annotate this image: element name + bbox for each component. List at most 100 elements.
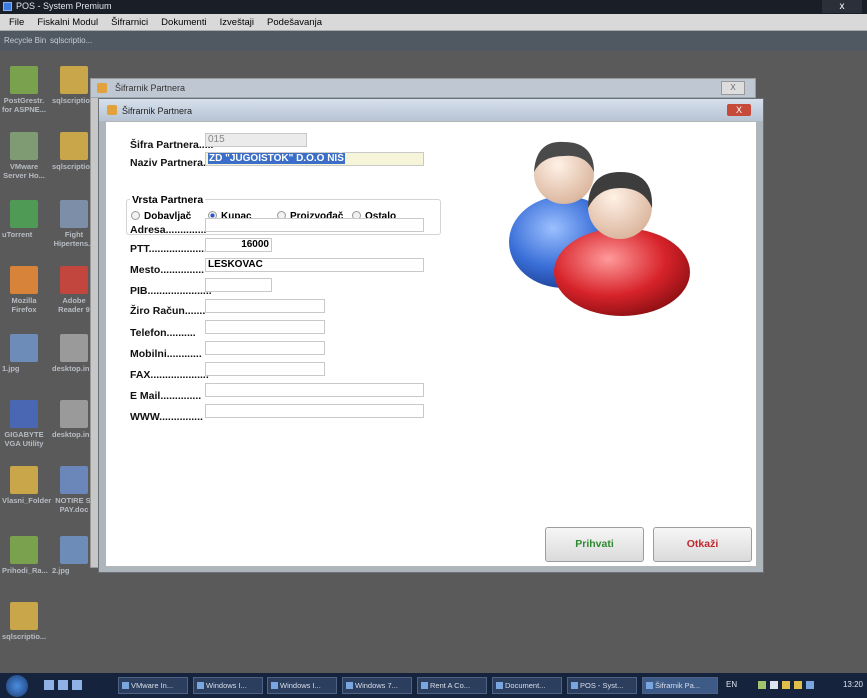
adresa-field[interactable] (205, 218, 424, 232)
quick-launch-icon[interactable] (72, 680, 82, 690)
taskbar-item[interactable]: POS - Syst... (567, 677, 637, 694)
language-indicator[interactable]: EN (726, 680, 737, 689)
mesto-label: Mesto............... (130, 264, 205, 276)
file-icon (10, 334, 38, 362)
taskbar-item[interactable]: Windows 7... (342, 677, 412, 694)
fax-field[interactable] (205, 362, 325, 376)
desktop-icon[interactable]: sqlscriptio... (2, 602, 46, 641)
desktop-icon-label: PostGrestr. for ASPNE... (2, 96, 46, 114)
file-icon (10, 132, 38, 160)
sifra-field[interactable]: 015 (205, 133, 307, 147)
desktop-icon[interactable]: Prihodi_Ra... (2, 536, 48, 575)
red-user-body (554, 228, 690, 316)
taskbar-item[interactable]: Document... (492, 677, 562, 694)
taskbar-item[interactable]: Windows I... (267, 677, 337, 694)
app-title-bar: POS - System Premium x (0, 0, 867, 14)
radio-dobavljac-label: Dobavljač (144, 211, 192, 222)
app-title: POS - System Premium (16, 1, 112, 11)
window-icon (97, 83, 107, 93)
sifra-label: Šifra Partnera..... (130, 139, 214, 151)
file-icon (60, 200, 88, 228)
menu-fiskalni-modul[interactable]: Fiskalni Modul (32, 14, 103, 31)
pib-field[interactable] (205, 278, 272, 292)
prihvati-button[interactable]: Prihvati (545, 527, 644, 562)
file-icon (10, 266, 38, 294)
file-icon (10, 466, 38, 494)
telefon-label: Telefon.......... (130, 327, 196, 339)
ptt-label: PTT.................... (130, 243, 208, 255)
otkazi-button[interactable]: Otkaži (653, 527, 752, 562)
file-icon (60, 400, 88, 428)
menu-sifrarnici[interactable]: Šifrarnici (106, 14, 153, 31)
desktop-icon[interactable]: GIGABYTE VGA Utility (2, 400, 46, 448)
desktop-icon[interactable]: 1.jpg (2, 334, 46, 373)
file-icon (10, 400, 38, 428)
desktop-icon-label: sqlscriptio... (2, 632, 47, 641)
fax-label: FAX.................... (130, 369, 209, 381)
partner-dialog: Šifrarnik Partnera X Šifra Partnera.....… (98, 98, 764, 573)
radio-dobavljac[interactable]: Dobavljač (131, 210, 192, 222)
taskbar: VMware In... Windows I... Windows I... W… (0, 673, 867, 698)
file-icon (60, 536, 88, 564)
tray-icon[interactable] (782, 681, 790, 689)
desktop-icon-label: Prihodi_Ra... (2, 566, 48, 575)
desktop-icon-label: desktop.ini (52, 364, 92, 373)
tray-icon[interactable] (806, 681, 814, 689)
adresa-label: Adresa.............. (130, 224, 207, 236)
quick-launch-icon[interactable] (44, 680, 54, 690)
start-button[interactable] (6, 675, 28, 697)
desktop-icon[interactable]: VMware Server Ho... (2, 132, 46, 180)
desktop-icon-label: VMware Server Ho... (3, 162, 45, 180)
tray-icon[interactable] (770, 681, 778, 689)
dialog-title: Šifrarnik Partnera (122, 106, 193, 116)
mesto-field[interactable]: LESKOVAC (205, 258, 424, 272)
clock[interactable]: 13:20 (843, 680, 863, 689)
background-window-close-button[interactable]: X (721, 81, 745, 95)
menu-dokumenti[interactable]: Dokumenti (156, 14, 211, 31)
desktop-icon[interactable]: Vlasni_Folder (2, 466, 51, 505)
taskbar-item[interactable]: Rent A Co... (417, 677, 487, 694)
app-close-button[interactable]: x (822, 0, 862, 13)
taskbar-item-active[interactable]: Šifrarnik Pa... (642, 677, 718, 694)
mobilni-label: Mobilni............ (130, 348, 202, 360)
vrsta-partnera-title: Vrsta Partnera (130, 194, 206, 206)
desktop-icon-label: Vlasni_Folder (2, 496, 52, 505)
dialog-title-bar: Šifrarnik Partnera X (99, 99, 763, 121)
menu-izvestaji[interactable]: Izveštaji (215, 14, 259, 31)
www-label: WWW............... (130, 411, 203, 423)
quick-launch-icon[interactable] (58, 680, 68, 690)
email-label: E Mail.............. (130, 390, 202, 402)
desktop-top-bar: Recycle Bin sqlscriptio... (0, 31, 867, 51)
desktop-icon[interactable]: uTorrent (2, 200, 46, 239)
app-icon (3, 2, 12, 11)
taskbar-item[interactable]: VMware In... (118, 677, 188, 694)
dialog-client-area: Šifra Partnera..... 015 Naziv Partnera..… (105, 121, 757, 567)
www-field[interactable] (205, 404, 424, 418)
radio-dot (131, 210, 140, 220)
desktop-icon[interactable]: Mozilla Firefox (2, 266, 46, 314)
email-field[interactable] (205, 383, 424, 397)
naziv-field[interactable]: ZD "JUGOISTOK" D.O.O NIŠ (205, 152, 424, 166)
taskbar-item[interactable]: Windows I... (193, 677, 263, 694)
file-icon (60, 334, 88, 362)
menu-podesavanja[interactable]: Podešavanja (262, 14, 327, 31)
file-icon (60, 466, 88, 494)
tray-icon[interactable] (758, 681, 766, 689)
file-icon (60, 66, 88, 94)
desktop-icon-label: 1.jpg (2, 364, 20, 373)
naziv-label: Naziv Partnera.... (130, 157, 215, 169)
dialog-close-button[interactable]: X (727, 104, 751, 116)
desktop-icon-label: desktop.ini (52, 430, 92, 439)
desktop-icon[interactable]: PostGrestr. for ASPNE... (2, 66, 46, 114)
tray-icon[interactable] (794, 681, 802, 689)
recycle-bin-label[interactable]: Recycle Bin (4, 36, 46, 45)
desktop-icon-label: GIGABYTE VGA Utility (4, 430, 44, 448)
menu-file[interactable]: File (0, 14, 29, 31)
mobilni-field[interactable] (205, 341, 325, 355)
telefon-field[interactable] (205, 320, 325, 334)
sqlscript-label[interactable]: sqlscriptio... (50, 36, 92, 45)
ziro-racun-field[interactable] (205, 299, 325, 313)
file-icon (60, 132, 88, 160)
desktop-icon-label: uTorrent (2, 230, 33, 239)
ptt-field[interactable]: 16000 (205, 238, 272, 252)
